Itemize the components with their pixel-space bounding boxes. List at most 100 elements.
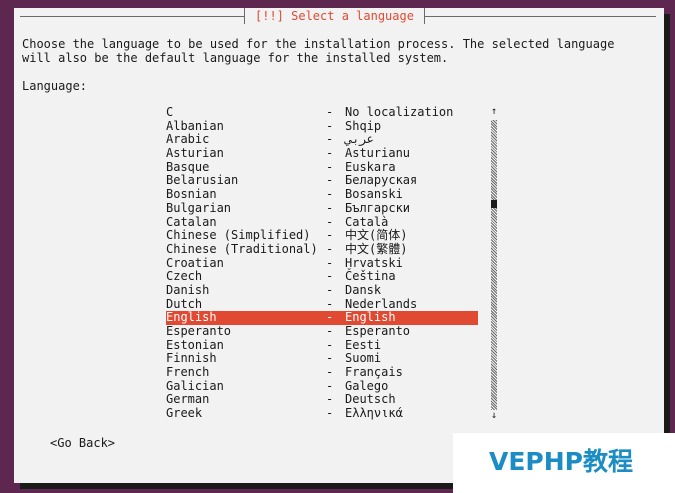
language-item[interactable]: C - No localization	[166, 105, 478, 120]
language-native-name: عربي	[345, 132, 374, 147]
language-item-selected[interactable]: English - English	[166, 311, 478, 325]
language-native-name: Suomi	[345, 351, 382, 366]
language-separator: -	[326, 173, 334, 188]
language-separator: -	[326, 241, 334, 256]
language-item[interactable]: Galician - Galego	[166, 378, 478, 394]
watermark-logo: VEPHP教程	[453, 433, 675, 493]
language-native-name: Deutsch	[345, 392, 396, 407]
language-separator: -	[326, 228, 334, 243]
language-name: Catalan	[166, 214, 217, 229]
language-native-name: 中文(简体)	[345, 228, 408, 243]
language-item[interactable]: Catalan - Català	[166, 214, 478, 230]
language-item[interactable]: Bulgarian - Български	[166, 200, 478, 216]
scrollbar-track[interactable]	[491, 120, 497, 410]
language-separator: -	[326, 337, 334, 352]
language-native-name: Esperanto	[345, 324, 411, 338]
language-item[interactable]: Chinese (Traditional) - 中文(繁體)	[166, 241, 478, 257]
language-native-name: Български	[345, 200, 411, 215]
language-name: Asturian	[166, 146, 224, 161]
language-name: German	[166, 392, 210, 407]
language-name: C	[166, 105, 174, 119]
language-separator: -	[326, 296, 334, 311]
language-native-name: Dansk	[345, 282, 382, 297]
language-item[interactable]: Czech - Čeština	[166, 270, 478, 284]
language-separator: -	[326, 324, 334, 338]
installer-screen: [!!] Select a language Choose the langua…	[0, 0, 675, 493]
language-separator: -	[326, 187, 334, 202]
language-native-name: Shqip	[345, 118, 382, 133]
language-item[interactable]: Chinese (Simplified) - 中文(简体)	[166, 228, 478, 243]
language-native-name: Беларуская	[345, 173, 418, 188]
language-name: Finnish	[166, 351, 217, 366]
language-separator: -	[326, 146, 334, 161]
language-separator: -	[326, 132, 334, 147]
language-name: Bosnian	[166, 187, 217, 202]
language-dialog: [!!] Select a language Choose the langua…	[14, 8, 664, 483]
language-name: Chinese (Traditional)	[166, 241, 318, 256]
language-item[interactable]: Bosnian - Bosanski	[166, 187, 478, 202]
language-name: Estonian	[166, 337, 224, 352]
language-separator: -	[326, 310, 334, 325]
language-native-name: Euskara	[345, 159, 396, 174]
language-item[interactable]: Asturian - Asturianu	[166, 146, 478, 161]
language-name: English	[166, 310, 217, 325]
language-separator: -	[326, 365, 334, 380]
language-name: Belarusian	[166, 173, 239, 188]
language-native-name: Nederlands	[345, 296, 418, 311]
language-separator: -	[326, 214, 334, 229]
language-separator: -	[326, 378, 334, 393]
language-separator: -	[326, 406, 334, 421]
language-item[interactable]: Basque - Euskara	[166, 159, 478, 175]
language-name: Esperanto	[166, 324, 232, 338]
scroll-down-arrow-icon[interactable]: ↓	[489, 410, 499, 422]
language-native-name: Asturianu	[345, 146, 411, 161]
language-separator: -	[326, 392, 334, 407]
language-item[interactable]: Finnish - Suomi	[166, 352, 478, 366]
go-back-button[interactable]: <Go Back>	[50, 436, 115, 450]
scroll-up-arrow-icon[interactable]: ↑	[489, 106, 499, 118]
language-separator: -	[326, 351, 334, 366]
language-separator: -	[326, 200, 334, 215]
language-separator: -	[326, 255, 334, 270]
language-item[interactable]: German - Deutsch	[166, 393, 478, 407]
language-list[interactable]: C - No localization Albanian - Shqip Arabic - عر…	[166, 105, 478, 424]
language-native-name: English	[345, 310, 396, 325]
language-separator: -	[326, 269, 334, 284]
scrollbar-thumb[interactable]	[491, 200, 497, 208]
language-native-name: Eesti	[345, 337, 382, 352]
language-label: Language:	[22, 79, 88, 93]
language-name: French	[166, 365, 210, 380]
language-separator: -	[326, 282, 334, 297]
language-item[interactable]: Greek - Ελληνικά	[166, 406, 478, 421]
language-item[interactable]: Danish - Dansk	[166, 282, 478, 298]
language-item[interactable]: Arabic - عربي	[166, 133, 478, 147]
language-native-name: No localization	[345, 105, 454, 119]
language-name: Bulgarian	[166, 200, 232, 215]
dialog-title-box: [!!] Select a language	[244, 8, 425, 24]
language-item[interactable]: Albanian - Shqip	[166, 118, 478, 134]
language-native-name: Čeština	[345, 269, 396, 284]
language-separator: -	[326, 105, 334, 119]
language-name: Chinese (Simplified)	[166, 228, 311, 243]
language-item[interactable]: Dutch - Nederlands	[166, 296, 478, 312]
language-separator: -	[326, 159, 334, 174]
language-item[interactable]: Estonian - Eesti	[166, 337, 478, 353]
language-item[interactable]: Esperanto - Esperanto	[166, 324, 478, 339]
language-name: Albanian	[166, 118, 224, 133]
language-native-name: 中文(繁體)	[345, 241, 408, 256]
language-item[interactable]: Croatian - Hrvatski	[166, 255, 478, 271]
language-name: Greek	[166, 406, 203, 421]
language-name: Czech	[166, 269, 203, 284]
language-native-name: Français	[345, 365, 403, 380]
language-name: Croatian	[166, 255, 224, 270]
language-native-name: Ελληνικά	[345, 406, 403, 421]
language-name: Dutch	[166, 296, 203, 311]
language-list-scrollbar[interactable]: ↑ ↓	[489, 106, 499, 424]
dialog-title: [!!] Select a language	[255, 9, 414, 23]
language-item[interactable]: French - Français	[166, 365, 478, 380]
language-name: Arabic	[166, 132, 210, 147]
language-item[interactable]: Belarusian - Беларуская	[166, 174, 478, 188]
language-separator: -	[326, 118, 334, 133]
language-native-name: Bosanski	[345, 187, 403, 202]
intro-text: Choose the language to be used for the i…	[22, 37, 615, 65]
